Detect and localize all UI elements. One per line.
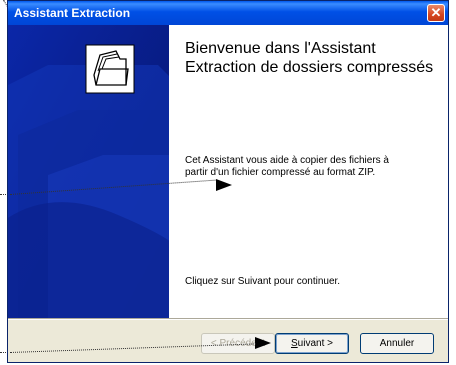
sidebar-watermark xyxy=(8,25,169,318)
wizard-heading: Bienvenue dans l'Assistant Extraction de… xyxy=(185,40,434,76)
wizard-description: Cet Assistant vous aide à copier des fic… xyxy=(185,155,389,178)
title-bar[interactable]: Assistant Extraction xyxy=(8,1,448,25)
cancel-button-label: Annuler xyxy=(379,338,415,349)
wizard-content: Bienvenue dans l'Assistant Extraction de… xyxy=(169,25,448,318)
folder-stack-icon xyxy=(85,44,135,94)
arrow-cursor-icon xyxy=(255,337,271,349)
button-separator xyxy=(8,318,448,320)
cancel-button[interactable]: Annuler xyxy=(360,333,434,354)
next-button-label: uivant > xyxy=(297,338,333,349)
next-button[interactable]: Suivant > xyxy=(275,333,349,354)
window-title: Assistant Extraction xyxy=(14,6,131,20)
close-button[interactable]: ✕ xyxy=(427,4,445,22)
continue-hint: Cliquez sur Suivant pour continuer. xyxy=(185,276,341,287)
close-icon: ✕ xyxy=(430,5,442,20)
arrow-cursor-icon xyxy=(216,179,232,191)
wizard-sidebar xyxy=(8,25,169,318)
next-button-accesskey: S xyxy=(291,338,298,349)
